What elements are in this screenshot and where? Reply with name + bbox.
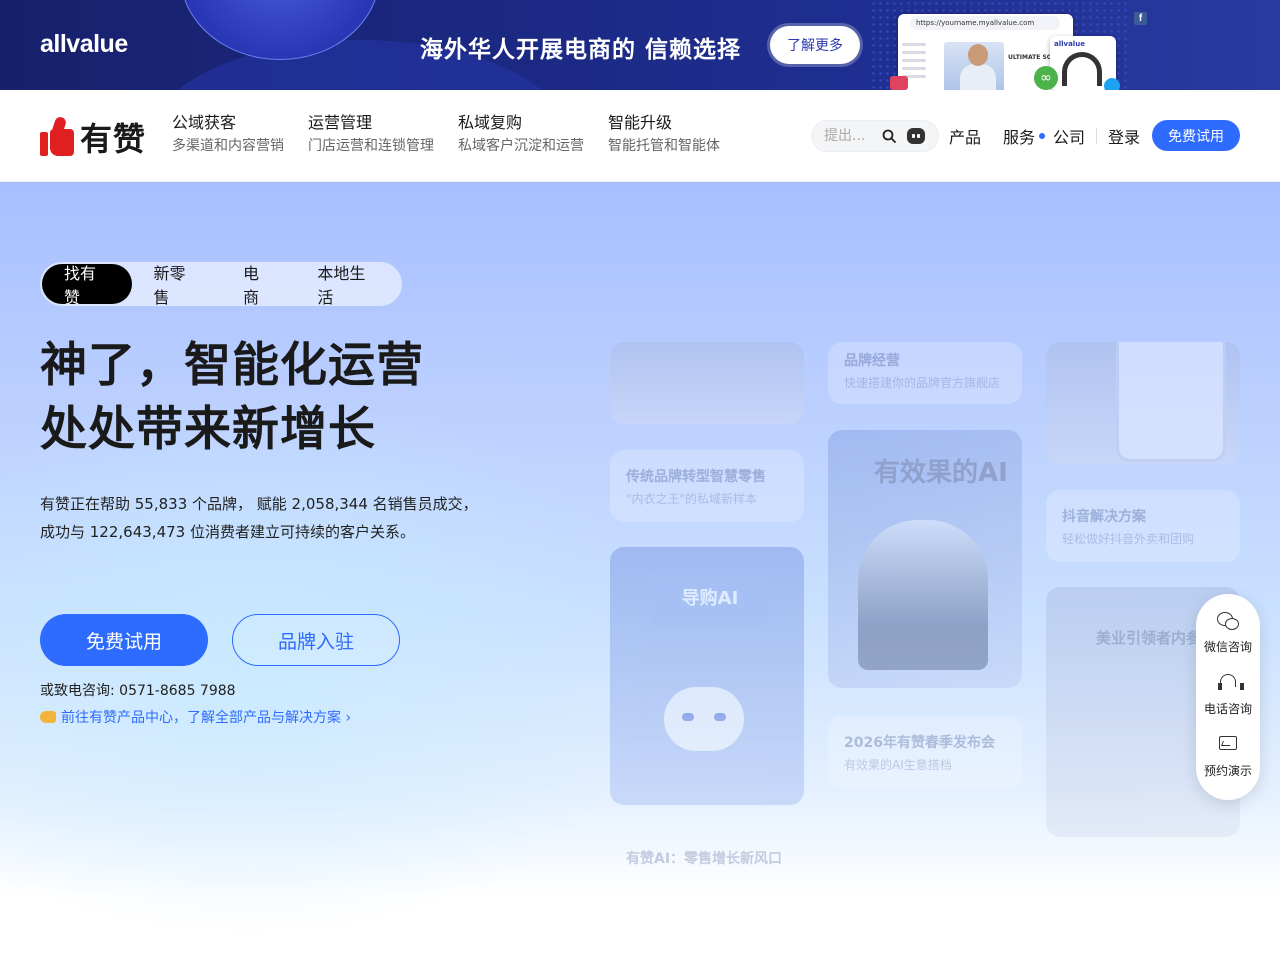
nav-item-operations[interactable]: 运营管理 门店运营和连锁管理: [308, 112, 434, 158]
showcase-card-phone[interactable]: [1046, 342, 1240, 464]
wechat-consult-button[interactable]: 微信咨询: [1196, 612, 1260, 655]
hero-stats: 有赞正在帮助 55,833 个品牌， 赋能 2,058,344 名销售员成交， …: [40, 490, 478, 546]
tab-find-youzan[interactable]: 找有赞: [42, 264, 132, 307]
nav-link-login[interactable]: 登录: [1108, 124, 1140, 148]
ai-assistant-icon[interactable]: [907, 128, 925, 144]
headline-line-1: 神了，智能化运营: [40, 338, 424, 393]
mockup-url-bar: https://yourname.myallvalue.com: [910, 16, 1060, 30]
card-title: 2026年有赞春季发布会: [844, 735, 995, 751]
showcase-card-brand[interactable]: 品牌经营 快速搭建你的品牌官方旗舰店: [828, 342, 1022, 404]
tab-new-retail[interactable]: 新零售: [132, 264, 222, 307]
banner-slogan: 海外华人开展电商的 信赖选择: [420, 37, 742, 63]
presentation-icon: [1217, 736, 1239, 756]
cart-badge-icon: [890, 76, 908, 90]
main-navigation: 有赞 公域获客 多渠道和内容营销 运营管理 门店运营和连锁管理 私域复购 私域客…: [0, 90, 1280, 182]
stats-line-1: 有赞正在帮助 55,833 个品牌， 赋能 2,058,344 名销售员成交，: [40, 495, 478, 513]
tab-ecommerce[interactable]: 电商: [221, 264, 295, 307]
nav-link-service[interactable]: 服务: [1003, 124, 1035, 148]
robot-image: [664, 687, 744, 751]
hero-free-trial-button[interactable]: 免费试用: [40, 614, 208, 666]
brand-settle-button[interactable]: 品牌入驻: [232, 614, 400, 666]
pointing-hand-icon: [40, 711, 56, 723]
nav-item-public-acquisition[interactable]: 公域获客 多渠道和内容营销: [172, 112, 284, 158]
search-box: [811, 120, 939, 152]
phone-image: [1116, 342, 1226, 462]
mockup-person-head: [968, 44, 988, 66]
book-demo-button[interactable]: 预约演示: [1196, 736, 1260, 779]
search-icon[interactable]: [882, 129, 896, 143]
phone-consult-text: 或致电咨询: 0571-8685 7988: [40, 683, 236, 699]
industry-tabs: 找有赞 新零售 电商 本地生活: [40, 262, 402, 307]
nav-link-company[interactable]: 公司: [1053, 124, 1085, 148]
book-demo-label: 预约演示: [1203, 764, 1252, 778]
facebook-icon: f: [1134, 12, 1147, 25]
card-title: 美业引领者内参: [1096, 629, 1202, 647]
top-banner[interactable]: allvalue 海外华人开展电商的 信赖选择 了解更多 https://you…: [0, 0, 1280, 90]
phone-consult-label: 电话咨询: [1203, 702, 1252, 716]
nav-item-title: 公域获客: [172, 113, 237, 132]
tab-local-life[interactable]: 本地生活: [295, 264, 400, 307]
phone-mockup-logo: allvalue: [1054, 40, 1085, 48]
product-center-link[interactable]: 前往有赞产品中心，了解全部产品与解决方案 ›: [40, 707, 351, 727]
nav-menu: 公域获客 多渠道和内容营销 运营管理 门店运营和连锁管理 私域复购 私域客户沉淀…: [172, 112, 744, 158]
wechat-icon: [1217, 612, 1239, 632]
new-indicator-dot: [1039, 133, 1046, 139]
card-title: 传统品牌转型智慧零售: [626, 469, 766, 485]
card-headline: 有效果的AI: [874, 458, 1008, 488]
phone-consult-button[interactable]: 电话咨询: [1196, 674, 1260, 717]
card-headline: 导购AI: [650, 569, 770, 625]
headset-icon: [1217, 674, 1244, 694]
card-subtitle: 轻松做好抖音外卖和团购: [1062, 532, 1195, 546]
showcase-card-douyin[interactable]: 抖音解决方案 轻松做好抖音外卖和团购: [1046, 490, 1240, 562]
thumbs-up-icon: [40, 115, 74, 157]
card-title: 抖音解决方案: [1062, 509, 1146, 525]
card-subtitle: 有效果的AI生意搭档: [844, 758, 952, 772]
card-subtitle: "内衣之王"的私域新样本: [626, 492, 758, 506]
nav-item-smart-upgrade[interactable]: 智能升级 智能托管和智能体: [608, 112, 720, 158]
spokesperson-image: [858, 520, 988, 670]
showcase-card-ai[interactable]: 有效果的AI: [828, 430, 1022, 688]
mockup-person-body: [960, 64, 996, 90]
showcase-cards: 品牌经营 快速搭建你的品牌官方旗舰店 传统品牌转型智慧零售 "内衣之王"的私域新…: [610, 342, 1240, 882]
card-subtitle: 快速搭建你的品牌官方旗舰店: [844, 376, 1001, 390]
nav-item-title: 私域复购: [458, 113, 523, 132]
showcase-card-image[interactable]: [610, 342, 804, 424]
nav-item-private-repurchase[interactable]: 私域复购 私域客户沉淀和运营: [458, 112, 584, 158]
headphones-icon: [1062, 52, 1102, 86]
nav-item-title: 智能升级: [608, 113, 673, 132]
nav-item-subtitle: 智能托管和智能体: [608, 138, 720, 154]
learn-more-button[interactable]: 了解更多: [770, 26, 860, 64]
card-title: 品牌经营: [844, 353, 900, 369]
youzan-logo[interactable]: 有赞: [40, 114, 146, 160]
stats-line-2: 成功与 122,643,473 位消费者建立可持续的客户关系。: [40, 523, 415, 541]
wechat-consult-label: 微信咨询: [1203, 640, 1252, 654]
search-input[interactable]: [824, 128, 874, 144]
hero-headline: 神了，智能化运营 处处带来新增长: [40, 334, 424, 462]
headline-line-2: 处处带来新增长: [40, 402, 376, 457]
nav-item-title: 运营管理: [308, 113, 373, 132]
showcase-card-retail[interactable]: 传统品牌转型智慧零售 "内衣之王"的私域新样本: [610, 450, 804, 522]
nav-divider: [1096, 128, 1098, 144]
faded-card-title: 有赞AI：零售增长新风口: [626, 851, 783, 867]
brand-name: 有赞: [80, 120, 147, 158]
free-trial-button[interactable]: 免费试用: [1152, 120, 1240, 151]
contact-float-panel: 微信咨询 电话咨询 预约演示: [1196, 594, 1260, 800]
nav-links: 产品 服务 公司 登录: [949, 124, 1140, 148]
allvalue-logo: allvalue: [40, 30, 128, 58]
showcase-card-spring-launch[interactable]: 2026年有赞春季发布会 有效果的AI生意搭档: [828, 716, 1022, 788]
twitter-icon: [1104, 78, 1120, 90]
product-center-link-text: 前往有赞产品中心，了解全部产品与解决方案 ›: [61, 710, 352, 726]
hero-section: 品牌经营 快速搭建你的品牌官方旗舰店 传统品牌转型智慧零售 "内衣之王"的私域新…: [0, 182, 1280, 960]
mini-program-icon: ∞: [1034, 66, 1058, 90]
nav-item-subtitle: 多渠道和内容营销: [172, 138, 284, 154]
showcase-card-guide-ai[interactable]: 导购AI: [610, 547, 804, 805]
nav-item-subtitle: 门店运营和连锁管理: [308, 138, 434, 154]
nav-item-subtitle: 私域客户沉淀和运营: [458, 138, 584, 154]
nav-link-product[interactable]: 产品: [949, 124, 981, 148]
